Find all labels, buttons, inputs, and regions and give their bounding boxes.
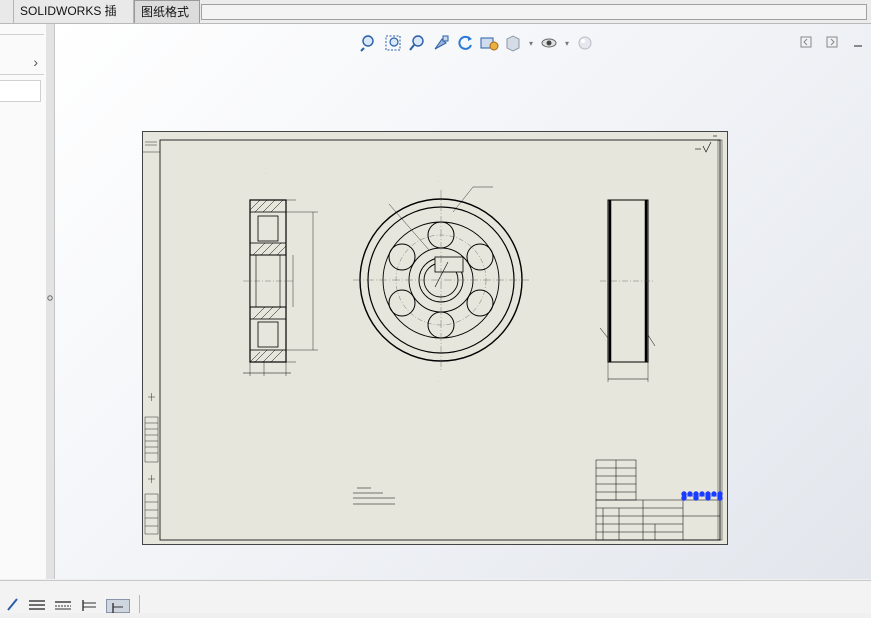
tab-bar-empty-area [201,4,867,20]
tab-sheet-format[interactable]: 图纸格式 [134,0,200,23]
feature-manager-panel: › [0,24,47,579]
tab-solidworks-addins[interactable]: SOLIDWORKS 插件 [14,0,134,41]
edit-appearance-icon[interactable] [575,33,595,53]
pan-icon[interactable] [431,33,451,53]
toolbar-separator [139,595,140,613]
technical-notes [353,487,395,505]
svg-text:·: · [438,179,439,183]
side-view [599,199,656,382]
zoom-in-out-icon[interactable] [407,33,427,53]
hide-show-dropdown-icon[interactable]: ▾ [563,39,571,48]
view-orientation-icon[interactable] [479,33,499,53]
front-view [353,186,529,370]
minimize-icon[interactable] [851,35,865,49]
left-zone-strip [143,141,160,535]
title-block [595,499,721,541]
bottom-toolbar [0,580,871,613]
display-style-dropdown-icon[interactable]: ▾ [527,39,535,48]
display-style-icon[interactable] [503,33,523,53]
sketch-pencil-icon[interactable] [6,597,24,611]
graphics-area[interactable]: ▾ ▾ · · · [55,24,871,579]
layer-icon[interactable] [106,599,130,613]
tab-bar: SOLIDWORKS 插件 图纸格式 [0,0,871,41]
pane-window-controls [799,35,865,49]
tab-previous-stub[interactable] [0,0,14,23]
hide-show-items-icon[interactable] [539,33,559,53]
zoom-to-fit-icon[interactable] [359,33,379,53]
svg-text:·: · [438,379,439,383]
zoom-to-area-icon[interactable] [383,33,403,53]
parameter-table [595,459,637,501]
drawing-sheet[interactable]: · · · [142,131,728,545]
restore-pane-icon[interactable] [799,35,813,49]
chevron-right-icon[interactable]: › [33,54,44,70]
svg-text:·: · [265,171,266,175]
surface-finish-symbol [695,135,717,153]
align-left-icon[interactable] [28,597,46,611]
heads-up-view-toolbar: ▾ ▾ [359,32,595,54]
table-icon[interactable] [80,597,98,611]
section-view [243,199,318,376]
panel-expand-row[interactable]: › [0,50,44,75]
panel-filter-field[interactable] [0,80,41,102]
align-justify-icon[interactable] [54,597,72,611]
drawing-canvas: · · · [143,135,723,541]
next-pane-icon[interactable] [825,35,839,49]
panel-tab-strip[interactable] [0,26,44,35]
selection-handles[interactable] [681,491,723,501]
rotate-icon[interactable] [455,33,475,53]
splitter-handle-icon[interactable] [47,292,53,308]
